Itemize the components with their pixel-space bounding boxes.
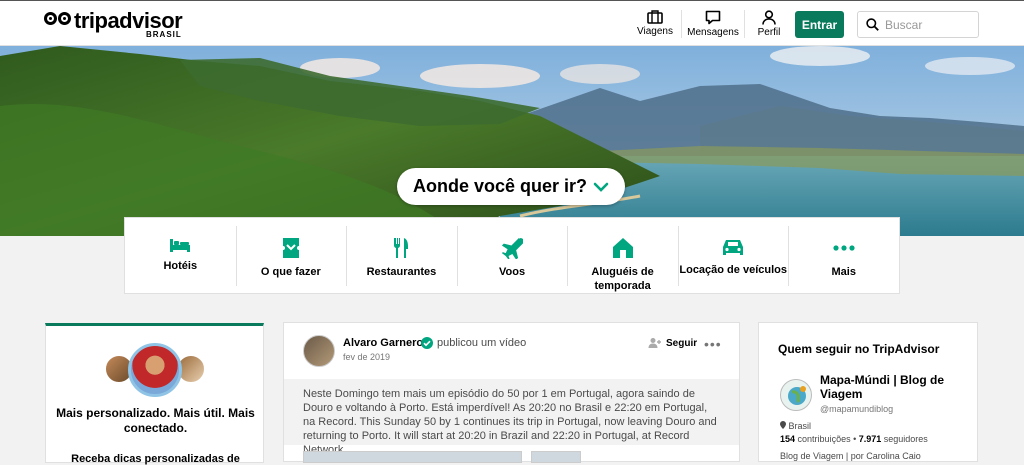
- category-label: Restaurantes: [366, 266, 437, 278]
- category-label: Voos: [498, 266, 526, 278]
- post-action: publicou um vídeo: [437, 337, 527, 349]
- chat-icon: [705, 10, 721, 25]
- personalize-title: Mais personalizado. Mais útil. Mais cone…: [56, 406, 255, 435]
- location-text: Brasil: [788, 421, 812, 431]
- nav-divider: [681, 10, 682, 38]
- feed-post-card: Alvaro Garnero publicou um vídeo fev de …: [283, 322, 740, 463]
- destination-prompt: Aonde você quer ir?: [412, 176, 588, 196]
- category-bar: Hotéis O que fazer Restaurantes Voos Alu…: [124, 217, 900, 294]
- logo-text: tripadvisor: [74, 8, 183, 33]
- personalize-card: Mais personalizado. Mais útil. Mais cone…: [45, 323, 264, 465]
- followers-count: 7.971: [858, 434, 882, 444]
- hero-banner: Aonde você quer ir?: [0, 46, 1024, 236]
- destination-search-button[interactable]: Aonde você quer ir?: [397, 168, 625, 205]
- who-to-follow-card: Quem seguir no TripAdvisor Mapa-Múndi | …: [758, 322, 978, 462]
- category-label: Hotéis: [163, 260, 198, 272]
- category-car-rentals[interactable]: Locação de veículos: [677, 218, 789, 293]
- location-pin-icon: [780, 421, 786, 429]
- avatar: [128, 343, 182, 397]
- nav-divider: [744, 10, 745, 38]
- globe-logo-icon: [788, 386, 806, 405]
- nav-profile-button[interactable]: Perfil: [756, 10, 782, 40]
- car-icon: [723, 240, 744, 255]
- suitcase-icon: [647, 10, 663, 24]
- more-options-icon[interactable]: •••: [704, 337, 722, 351]
- nav-messages-label: Mensagens: [687, 27, 739, 38]
- recommended-account-name[interactable]: Mapa-Múndi | Blog de Viagem: [820, 373, 970, 401]
- contributions-label: contribuições: [797, 434, 851, 444]
- search-box[interactable]: Buscar: [857, 11, 979, 38]
- avatar[interactable]: [303, 335, 335, 367]
- follow-label: Seguir: [666, 337, 698, 349]
- house-icon: [612, 238, 633, 258]
- personalize-subtitle: Receba dicas personalizadas de: [71, 453, 240, 465]
- plane-icon: [501, 237, 524, 259]
- category-hotels[interactable]: Hotéis: [125, 218, 236, 293]
- video-thumbnail[interactable]: [531, 451, 581, 463]
- more-dots-icon: [833, 245, 855, 251]
- category-label: Mais: [831, 266, 856, 278]
- category-restaurants[interactable]: Restaurantes: [346, 218, 457, 293]
- category-label: O que fazer: [260, 266, 321, 278]
- recommended-account-stats: 154 contribuições • 7.971 seguidores: [780, 434, 928, 444]
- followers-label: seguidores: [883, 434, 928, 444]
- post-text: Neste Domingo tem mais um episódio do 50…: [284, 379, 739, 456]
- recommended-account-handle: @mapamundiblog: [820, 404, 894, 414]
- video-thumbnail[interactable]: [303, 451, 522, 463]
- post-author[interactable]: Alvaro Garnero: [343, 337, 423, 349]
- post-date: fev de 2019: [343, 352, 391, 362]
- verified-badge-icon: [421, 337, 433, 349]
- category-more[interactable]: Mais: [788, 218, 899, 293]
- chevron-down-icon: [593, 182, 609, 192]
- login-button[interactable]: Entrar: [795, 11, 844, 38]
- bed-icon: [170, 239, 191, 252]
- follow-button[interactable]: Seguir: [648, 337, 697, 349]
- search-placeholder: Buscar: [885, 17, 923, 32]
- contributions-count: 154: [780, 434, 796, 444]
- follow-card-title: Quem seguir no TripAdvisor: [778, 342, 940, 356]
- landscape-image: [0, 46, 1024, 236]
- nav-profile-label: Perfil: [757, 27, 781, 38]
- traveler-avatars: [104, 343, 206, 397]
- nav-messages-button[interactable]: Mensagens: [687, 10, 739, 40]
- logo-country: BRASIL: [146, 30, 182, 39]
- search-icon: [866, 18, 879, 31]
- category-label: Aluguéis de temporada: [591, 266, 654, 292]
- category-things-to-do[interactable]: O que fazer: [235, 218, 347, 293]
- nav-trips-button[interactable]: Viagens: [637, 10, 673, 40]
- owl-logo-icon: [44, 12, 71, 25]
- top-header: tripadvisor BRASIL Viagens Mensagens Per…: [0, 0, 1024, 46]
- recommended-account-location: Brasil: [780, 421, 811, 431]
- recommended-account-description: Blog de Viagem | por Carolina Caio: [780, 451, 921, 461]
- fork-knife-icon: [394, 238, 409, 258]
- nav-trips-label: Viagens: [637, 26, 673, 37]
- category-label: Locação de veículos: [679, 264, 787, 276]
- add-person-icon: [648, 338, 661, 348]
- category-flights[interactable]: Voos: [456, 218, 568, 293]
- ticket-icon: [282, 238, 299, 258]
- avatar[interactable]: [780, 379, 812, 411]
- tripadvisor-logo[interactable]: tripadvisor BRASIL: [44, 8, 183, 39]
- person-icon: [762, 10, 776, 25]
- category-vacation-rentals[interactable]: Aluguéis de temporada: [567, 218, 678, 293]
